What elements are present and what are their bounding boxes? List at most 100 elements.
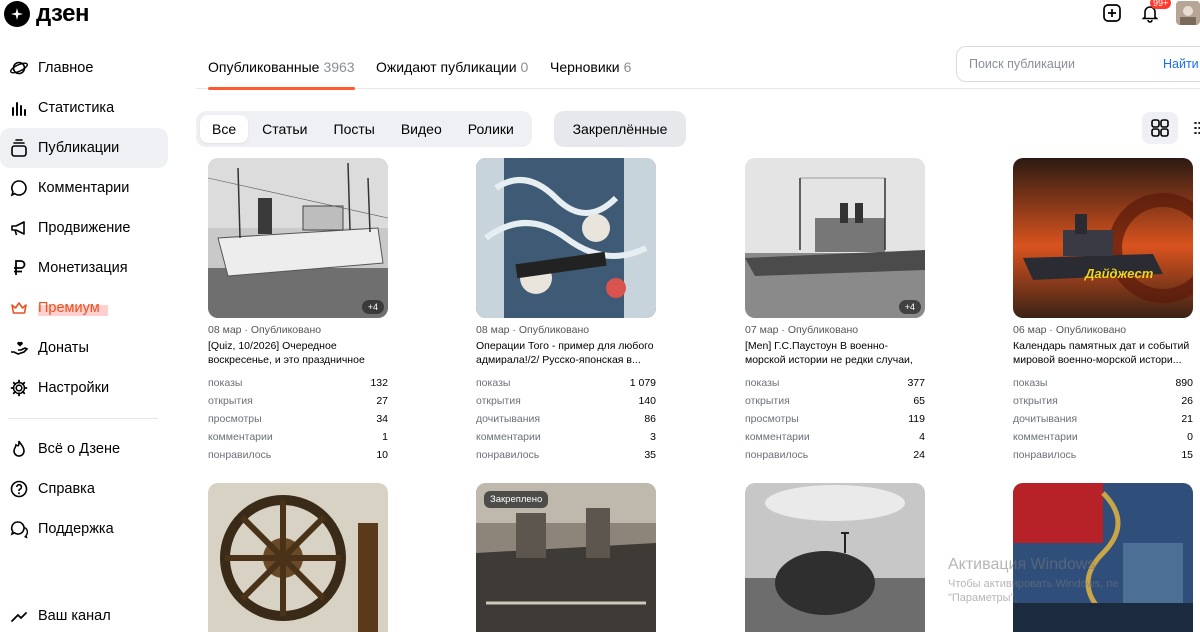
flame-icon bbox=[8, 438, 30, 460]
card-thumbnail[interactable] bbox=[1013, 483, 1193, 632]
sidebar-item-label: Главное bbox=[38, 60, 94, 76]
tab-drafts[interactable]: Черновики 6 bbox=[550, 44, 631, 89]
sidebar-item-donations[interactable]: Донаты bbox=[0, 328, 168, 368]
stat-row: открытия 26 bbox=[1013, 395, 1193, 407]
tab-label: Ожидают публикации bbox=[376, 58, 517, 75]
search-box: Найти bbox=[956, 46, 1200, 82]
card-thumbnail[interactable]: Закреплено bbox=[476, 483, 656, 632]
sidebar-item-label: Публикации bbox=[38, 140, 120, 156]
stat-row: дочитывания 21 bbox=[1013, 413, 1193, 425]
card-title[interactable]: [Quiz, 10/2026] Очередное воскресенье, и… bbox=[208, 339, 388, 367]
stat-row: понравилось 24 bbox=[745, 449, 925, 461]
dzen-star-icon bbox=[4, 1, 30, 27]
bar-chart-icon bbox=[8, 97, 30, 119]
stat-row: открытия 65 bbox=[745, 395, 925, 407]
filter-posts[interactable]: Посты bbox=[322, 115, 387, 143]
search-input[interactable] bbox=[969, 57, 1159, 71]
stat-row: показы 1 079 bbox=[476, 377, 656, 389]
ruble-icon bbox=[8, 257, 30, 279]
sidebar-bottom: Ваш канал bbox=[0, 596, 176, 632]
stat-row: комментарии 0 bbox=[1013, 431, 1193, 443]
tab-scheduled[interactable]: Ожидают публикации 0 bbox=[376, 44, 528, 89]
sidebar-item-premium[interactable]: Премиум bbox=[0, 288, 168, 328]
sidebar-item-label: Ваш канал bbox=[38, 608, 111, 624]
card-thumbnail[interactable]: +4 bbox=[208, 158, 388, 318]
sidebar-item-monetization[interactable]: Монетизация bbox=[0, 248, 168, 288]
megaphone-icon bbox=[8, 217, 30, 239]
stat-row: открытия 140 bbox=[476, 395, 656, 407]
sidebar-item-label: Настройки bbox=[38, 380, 110, 396]
sidebar-item-statistics[interactable]: Статистика bbox=[0, 88, 168, 128]
sidebar-item-label: Всё о Дзене bbox=[38, 441, 121, 457]
list-view-button[interactable] bbox=[1184, 112, 1200, 144]
stat-row: комментарии 3 bbox=[476, 431, 656, 443]
stat-row: показы 377 bbox=[745, 377, 925, 389]
list-icon bbox=[1194, 122, 1200, 134]
dzen-logo[interactable]: дзен bbox=[4, 0, 89, 28]
sidebar-item-about[interactable]: Всё о Дзене bbox=[0, 429, 168, 469]
sidebar-item-comments[interactable]: Комментарии bbox=[0, 168, 168, 208]
sidebar-item-label: Донаты bbox=[38, 340, 89, 356]
card-title[interactable]: Календарь памятных дат и событий мировой… bbox=[1013, 339, 1193, 367]
grid-view-button[interactable] bbox=[1142, 112, 1178, 144]
sidebar-item-label: Монетизация bbox=[38, 260, 128, 276]
card-title[interactable]: Операции Того - пример для любого адмира… bbox=[476, 339, 656, 367]
card-stats: показы 1 079 открытия 140 дочитывания 86 ко… bbox=[476, 374, 656, 464]
stat-row: показы 890 bbox=[1013, 377, 1193, 389]
card-stats: показы 377 открытия 65 просмотры 119 коммен… bbox=[745, 374, 925, 464]
grid-icon bbox=[1151, 119, 1169, 137]
sidebar-item-settings[interactable]: Настройки bbox=[0, 368, 168, 408]
card-thumbnail[interactable] bbox=[745, 483, 925, 632]
card-meta: 07 мар · Опубликовано bbox=[745, 324, 859, 336]
notifications-badge: 99+ bbox=[1150, 0, 1172, 9]
channel-icon bbox=[8, 605, 30, 627]
sidebar-item-main[interactable]: Главное bbox=[0, 48, 168, 88]
tab-count: 3963 bbox=[323, 58, 355, 75]
card-stats: показы 890 открытия 26 дочитывания 21 комме… bbox=[1013, 374, 1193, 464]
filter-video[interactable]: Видео bbox=[389, 115, 454, 143]
sidebar-item-label: Справка bbox=[38, 481, 95, 497]
card-thumbnail[interactable]: Дайджест bbox=[1013, 158, 1193, 318]
create-button[interactable] bbox=[1100, 1, 1124, 25]
comment-icon bbox=[8, 177, 30, 199]
avatar[interactable] bbox=[1176, 1, 1200, 25]
filter-articles[interactable]: Статьи bbox=[250, 115, 319, 143]
stat-row: дочитывания 86 bbox=[476, 413, 656, 425]
gear-icon bbox=[8, 377, 30, 399]
more-images-badge: +4 bbox=[361, 300, 384, 314]
card-meta: 06 мар · Опубликовано bbox=[1013, 324, 1127, 336]
plus-square-icon bbox=[1103, 4, 1121, 22]
tab-label: Черновики bbox=[550, 58, 620, 75]
sidebar-item-label: Статистика bbox=[38, 100, 115, 116]
notifications-button[interactable]: 99+ bbox=[1138, 0, 1172, 25]
filter-shorts[interactable]: Ролики bbox=[456, 115, 526, 143]
card-thumbnail[interactable] bbox=[476, 158, 656, 318]
filter-pinned[interactable]: Закреплённые bbox=[554, 111, 686, 147]
sidebar-item-your-channel[interactable]: Ваш канал bbox=[0, 596, 168, 632]
tab-label: Опубликованные bbox=[208, 58, 320, 75]
sidebar-item-support[interactable]: Поддержка bbox=[0, 509, 168, 549]
stat-row: комментарии 1 bbox=[208, 431, 388, 443]
sidebar-item-publications[interactable]: Публикации bbox=[0, 128, 168, 168]
tab-published[interactable]: Опубликованные 3963 bbox=[208, 44, 355, 90]
crown-icon bbox=[8, 297, 30, 319]
planet-icon bbox=[8, 57, 30, 79]
card-thumbnail[interactable]: +4 bbox=[745, 158, 925, 318]
stat-row: комментарии 4 bbox=[745, 431, 925, 443]
stat-row: просмотры 119 bbox=[745, 413, 925, 425]
sidebar-item-promotion[interactable]: Продвижение bbox=[0, 208, 168, 248]
sidebar-item-label: Продвижение bbox=[38, 220, 131, 236]
card-title[interactable]: [Men] Г.С.Паустоун В военно-морской исто… bbox=[745, 339, 925, 367]
tab-count: 0 bbox=[520, 58, 529, 75]
search-button[interactable]: Найти bbox=[1163, 57, 1199, 71]
filter-all[interactable]: Все bbox=[200, 115, 249, 143]
card-thumbnail[interactable] bbox=[208, 483, 388, 632]
view-toggle bbox=[1142, 112, 1200, 144]
stat-row: понравилось 15 bbox=[1013, 449, 1193, 461]
sidebar-item-help[interactable]: Справка bbox=[0, 469, 168, 509]
more-images-badge: +4 bbox=[898, 300, 921, 314]
donate-hand-icon bbox=[8, 337, 30, 359]
card-stats: показы 132 открытия 27 просмотры 34 коммент… bbox=[208, 374, 388, 464]
sidebar-item-label: Премиум bbox=[38, 300, 108, 316]
card-meta: 08 мар · Опубликовано bbox=[208, 324, 322, 336]
